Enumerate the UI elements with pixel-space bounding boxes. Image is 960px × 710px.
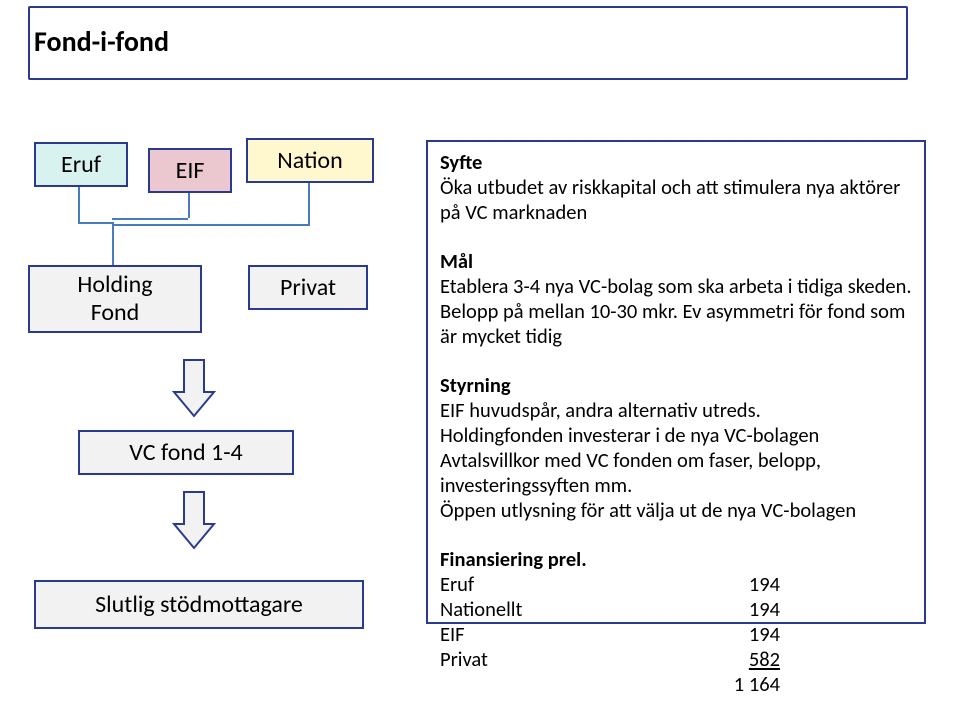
label-eif: EIF	[150, 150, 230, 191]
fin-label-eruf: Eruf	[440, 572, 580, 597]
heading-finansiering: Finansiering prel.	[440, 547, 914, 572]
heading-syfte: Syfte	[440, 150, 914, 175]
heading-styrning: Styrning	[440, 373, 914, 398]
finance-table: Eruf Nationellt EIF Privat 194 194 194 5…	[440, 572, 914, 697]
text-syfte: Öka utbudet av riskkapital och att stimu…	[440, 175, 914, 225]
connector-line	[308, 180, 310, 224]
box-holding-fond: Holding Fond	[28, 265, 202, 333]
label-holding: Holding Fond	[30, 267, 200, 331]
heading-mal: Mål	[440, 249, 914, 274]
connector-line	[78, 182, 80, 222]
label-holding-line1: Holding	[77, 270, 152, 299]
label-vc-fond: VC fond 1-4	[80, 432, 292, 473]
arrow-down-icon	[170, 358, 218, 420]
fin-value-privat: 582	[580, 647, 780, 672]
fin-label-nationellt: Nationellt	[440, 597, 580, 622]
page-title: Fond-i-fond	[34, 24, 169, 59]
text-styrning-3: Avtalsvillkor med VC fonden om faser, be…	[440, 448, 914, 498]
finance-labels: Eruf Nationellt EIF Privat	[440, 572, 580, 697]
info-panel: Syfte Öka utbudet av riskkapital och att…	[426, 140, 926, 624]
text-styrning-2: Holdingfonden investerar i de nya VC-bol…	[440, 423, 914, 448]
connector-line	[112, 224, 310, 226]
connector-line	[112, 218, 188, 220]
label-nation: Nation	[248, 140, 372, 181]
connector-line	[112, 222, 114, 265]
fin-label-privat: Privat	[440, 647, 580, 672]
text-mal: Etablera 3-4 nya VC-bolag som ska arbeta…	[440, 274, 914, 349]
connector-line	[78, 222, 112, 224]
fin-value-total: 1 164	[580, 672, 780, 697]
box-eif: EIF	[148, 148, 232, 193]
info-content: Syfte Öka utbudet av riskkapital och att…	[428, 142, 924, 705]
arrow-down-icon	[170, 490, 218, 552]
label-eruf: Eruf	[36, 144, 126, 185]
fin-label-eif: EIF	[440, 622, 580, 647]
label-privat: Privat	[250, 267, 366, 308]
fin-value-nationellt: 194	[580, 597, 780, 622]
fin-value-eif: 194	[580, 622, 780, 647]
box-slutlig: Slutlig stödmottagare	[34, 580, 364, 629]
diagram-page: Fond-i-fond Eruf EIF Nation Privat Holdi…	[0, 0, 960, 710]
fin-value-eruf: 194	[580, 572, 780, 597]
text-styrning-1: EIF huvudspår, andra alternativ utreds.	[440, 398, 914, 423]
label-slutlig: Slutlig stödmottagare	[36, 582, 362, 627]
box-vc-fond: VC fond 1-4	[78, 430, 294, 475]
box-nation: Nation	[246, 138, 374, 183]
box-eruf: Eruf	[34, 142, 128, 187]
label-holding-line2: Fond	[91, 298, 140, 327]
box-privat: Privat	[248, 265, 368, 310]
finance-values: 194 194 194 582 1 164	[580, 572, 780, 697]
text-styrning-4: Öppen utlysning för att välja ut de nya …	[440, 498, 914, 523]
